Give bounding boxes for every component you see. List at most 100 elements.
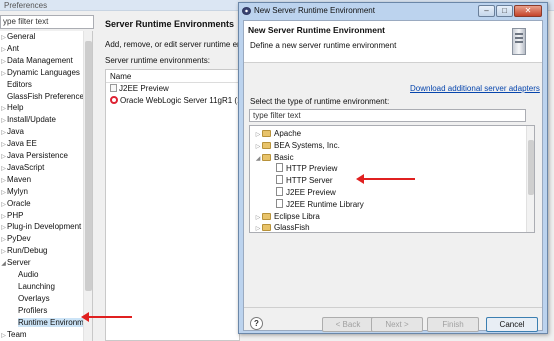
runtime-tree-item[interactable]: ▷ BEA Systems, Inc. <box>254 140 340 152</box>
tree-item[interactable]: ▷Install/Update <box>0 114 56 126</box>
tree-item[interactable]: ▷Plug-in Development <box>0 221 81 233</box>
runtime-tree-item-label: Eclipse Libra <box>274 211 320 221</box>
annotation-arrow-library <box>356 174 415 184</box>
tree-item[interactable]: ▷Help <box>0 102 23 114</box>
runtime-table: Name J2EE Preview Oracle WebLogic Server… <box>105 69 246 341</box>
tree-item[interactable]: ▷Java <box>0 126 24 138</box>
runtime-tree-scrollbar[interactable] <box>526 126 534 232</box>
tree-item-label: Audio <box>18 270 39 279</box>
tree-item-label: Dynamic Languages <box>7 67 80 77</box>
tree-item-label: PyDev <box>7 234 31 244</box>
tree-item[interactable]: ◢Server <box>0 257 31 269</box>
page-title: Server Runtime Environments <box>105 19 235 29</box>
runtime-tree-item[interactable]: J2EE Runtime Library <box>276 198 364 211</box>
tree-item[interactable]: ▷Oracle <box>0 198 31 210</box>
tree-item-label: Ant <box>7 43 20 53</box>
runtime-tree-item[interactable]: ▷ GlassFish <box>254 222 310 232</box>
tree-item-label: Oracle <box>7 198 31 208</box>
cancel-button[interactable]: Cancel <box>486 317 538 332</box>
runtime-list-label: Server runtime environments: <box>105 56 210 65</box>
tree-item[interactable]: Audio <box>0 269 38 281</box>
runtime-tree-item[interactable]: ▷ Eclipse Libra <box>254 211 320 223</box>
folder-icon <box>262 153 271 161</box>
runtime-type-filter-input[interactable]: type filter text <box>249 109 526 122</box>
tree-item-label: Server <box>7 258 31 268</box>
new-runtime-dialog: New Server Runtime Environment – □ ✕ New… <box>238 2 548 334</box>
tree-item[interactable]: Runtime Environm <box>0 317 84 329</box>
back-button[interactable]: < Back <box>322 317 374 332</box>
tree-item[interactable]: ▷PyDev <box>0 233 31 245</box>
oracle-icon <box>110 96 118 104</box>
tree-item[interactable]: ▷Java Persistence <box>0 150 68 162</box>
runtime-name: J2EE Preview <box>119 84 169 93</box>
maximize-button[interactable]: □ <box>496 5 513 17</box>
table-row[interactable]: Oracle WebLogic Server 11gR1 (10 <box>106 95 246 107</box>
tree-item-label: Plug-in Development <box>7 222 82 232</box>
expand-icon[interactable]: ▷ <box>254 223 262 232</box>
tree-item-label: Help <box>7 103 24 113</box>
runtime-tree-item[interactable]: J2EE Preview <box>276 187 336 199</box>
scrollbar-thumb[interactable] <box>528 140 534 195</box>
runtime-tree-item-label: J2EE Runtime Library <box>286 199 364 209</box>
runtime-tree-item-label: Basic <box>274 152 294 162</box>
table-header-name[interactable]: Name <box>106 70 239 83</box>
tree-item[interactable]: Launching <box>0 281 55 293</box>
tree-item-label: Java Persistence <box>7 151 68 160</box>
eclipse-icon <box>242 7 251 15</box>
runtime-tree-item[interactable]: HTTP Preview <box>276 163 337 175</box>
runtime-tree-item[interactable]: ▷ Apache <box>254 128 301 140</box>
tree-item[interactable]: ▷Mylyn <box>0 186 28 198</box>
folder-icon <box>262 212 271 220</box>
runtime-icon <box>276 198 283 208</box>
dialog-titlebar[interactable]: New Server Runtime Environment – □ ✕ <box>239 3 547 19</box>
page-description: Add, remove, or edit server runtime en <box>105 40 242 49</box>
table-row[interactable]: J2EE Preview <box>106 83 239 95</box>
tree-item[interactable]: Overlays <box>0 293 50 305</box>
tree-item[interactable]: ▷PHP <box>0 210 23 222</box>
server-icon <box>512 28 526 55</box>
tree-item[interactable]: Editors <box>0 79 32 91</box>
tree-item[interactable]: Profilers <box>0 305 47 317</box>
runtime-name: Oracle WebLogic Server 11gR1 (10 <box>120 96 246 105</box>
tree-item-label: GlassFish Preferences <box>7 91 88 101</box>
tree-item-label: Mylyn <box>7 186 28 196</box>
help-button[interactable]: ? <box>250 317 263 330</box>
tree-item[interactable]: ▷Run/Debug <box>0 245 47 257</box>
tree-item-label: Overlays <box>18 293 50 303</box>
dialog-header-title: New Server Runtime Environment <box>248 25 385 35</box>
tree-item-label: Maven <box>7 174 32 184</box>
tree-item[interactable]: ▷Dynamic Languages <box>0 67 80 79</box>
tree-item-label: Run/Debug <box>7 246 48 256</box>
preferences-tree-scrollbar[interactable] <box>83 31 92 341</box>
tree-item-label: Install/Update <box>7 115 56 125</box>
tree-item-label: JavaScript <box>7 162 45 172</box>
annotation-arrow-runtime <box>81 312 132 322</box>
folder-icon <box>262 224 271 232</box>
runtime-tree-item[interactable]: ◢ Basic <box>254 152 294 164</box>
finish-button[interactable]: Finish <box>427 317 479 332</box>
next-button[interactable]: Next > <box>371 317 423 332</box>
tree-item[interactable]: ▷Data Management <box>0 55 73 67</box>
tree-item[interactable]: ▷Ant <box>0 43 19 55</box>
tree-item-label: Java EE <box>7 139 37 149</box>
tree-item-label: PHP <box>7 210 24 220</box>
runtime-type-label: Select the type of runtime environment: <box>250 97 390 106</box>
tree-item[interactable]: GlassFish Preferences <box>0 91 88 103</box>
tree-item[interactable]: ▷General <box>0 31 35 43</box>
tree-item-label: Data Management <box>7 55 73 65</box>
tree-item[interactable]: ▷Maven <box>0 174 31 186</box>
preferences-filter-input[interactable]: ype filter text <box>0 15 94 29</box>
download-adapters-link[interactable]: Download additional server adapters <box>410 84 540 93</box>
dialog-body: New Server Runtime Environment Define a … <box>243 20 543 332</box>
close-button[interactable]: ✕ <box>514 5 542 17</box>
dialog-header: New Server Runtime Environment Define a … <box>244 21 542 63</box>
collapse-icon[interactable]: ◢ <box>254 153 262 165</box>
scrollbar-thumb[interactable] <box>85 41 92 291</box>
runtime-tree-item[interactable]: HTTP Server <box>276 175 333 187</box>
tree-item[interactable]: ▷Team <box>0 329 26 341</box>
tree-item[interactable]: ▷JavaScript <box>0 162 44 174</box>
tree-item[interactable]: ▷Java EE <box>0 138 37 150</box>
expand-icon[interactable]: ▷ <box>0 330 7 341</box>
tree-item-label: Java <box>7 127 24 137</box>
minimize-button[interactable]: – <box>478 5 495 17</box>
